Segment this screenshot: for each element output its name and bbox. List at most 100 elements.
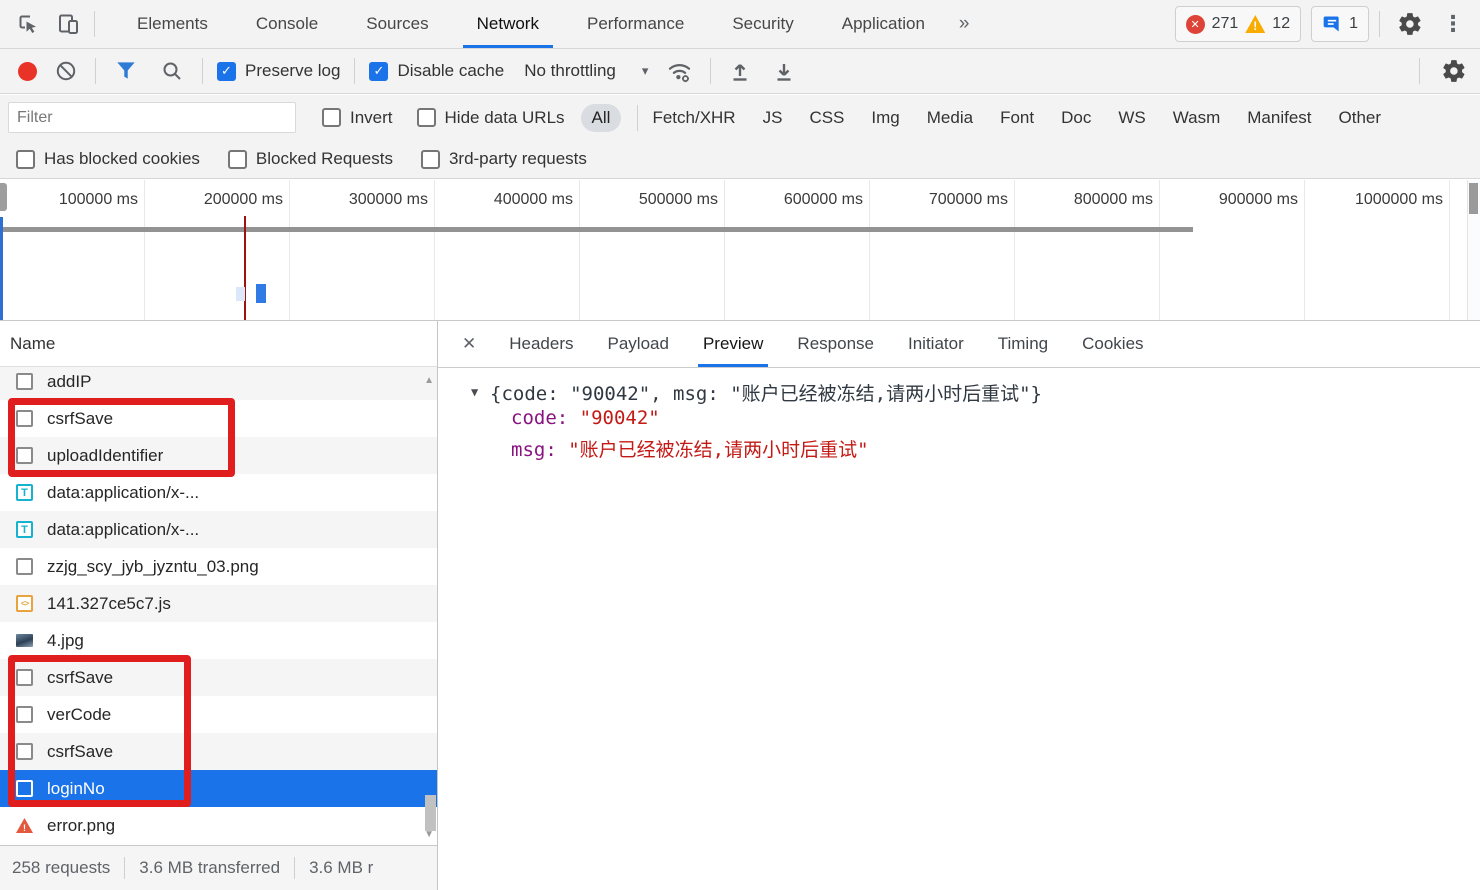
- request-name: csrfSave: [47, 408, 114, 428]
- network-settings-button[interactable]: [1434, 51, 1474, 91]
- request-row-uploadidentifier[interactable]: uploadIdentifier: [0, 437, 437, 474]
- filter-input[interactable]: [8, 102, 296, 133]
- filter-type-fetch-xhr[interactable]: Fetch/XHR: [652, 108, 735, 128]
- tab-application[interactable]: Application: [818, 0, 949, 48]
- overview-resize-handle[interactable]: [0, 183, 7, 211]
- request-row-vercode[interactable]: verCode: [0, 696, 437, 733]
- network-conditions-button[interactable]: [662, 51, 696, 91]
- errors-warnings-badge[interactable]: ✕ 271 ! 12: [1174, 6, 1302, 42]
- filter-type-css[interactable]: CSS: [809, 108, 844, 128]
- wifi-gear-icon: [666, 58, 693, 85]
- throttling-select[interactable]: No throttling ▾: [524, 61, 648, 81]
- request-row-loginno-selected[interactable]: loginNo: [0, 770, 437, 807]
- tab-console[interactable]: Console: [232, 0, 342, 48]
- overview-left-marker: [0, 217, 3, 320]
- timeline-cell: 600000 ms: [725, 180, 870, 320]
- inspect-cursor-icon: [16, 12, 40, 36]
- request-row-csrfsave[interactable]: csrfSave: [0, 733, 437, 770]
- warning-icon: !: [1245, 15, 1266, 33]
- scroll-up-arrow[interactable]: ▲: [424, 375, 434, 386]
- document-icon: [16, 780, 33, 797]
- search-button[interactable]: [156, 51, 188, 91]
- list-scrollbar-thumb[interactable]: [425, 795, 436, 831]
- timeline-tick-label: 100000 ms: [58, 191, 138, 208]
- devtools-settings-button[interactable]: [1390, 4, 1430, 44]
- json-summary-line[interactable]: {code: "90042", msg: "账户已经被冻结,请两小时后重试"}: [490, 379, 1042, 406]
- filter-type-all[interactable]: All: [580, 103, 622, 132]
- invert-checkbox[interactable]: Invert: [322, 108, 393, 128]
- tab-sources[interactable]: Sources: [342, 0, 452, 48]
- filter-type-doc[interactable]: Doc: [1061, 108, 1091, 128]
- filter-type-manifest[interactable]: Manifest: [1247, 108, 1311, 128]
- request-row-js[interactable]: <> 141.327ce5c7.js: [0, 585, 437, 622]
- timeline-tick-label: 300000 ms: [348, 191, 428, 208]
- name-column-header[interactable]: Name: [0, 321, 437, 367]
- third-party-requests-checkbox[interactable]: 3rd-party requests: [420, 149, 587, 169]
- throttling-value: No throttling: [524, 61, 616, 80]
- tab-security[interactable]: Security: [708, 0, 817, 48]
- tab-timing[interactable]: Timing: [981, 321, 1065, 367]
- overview-scrollbar-thumb[interactable]: [1469, 183, 1478, 214]
- devtools-menu-button[interactable]: ⋮: [1440, 4, 1466, 44]
- filter-type-ws[interactable]: WS: [1118, 108, 1145, 128]
- request-row-csrfsave[interactable]: csrfSave: [0, 659, 437, 696]
- network-overview-timeline[interactable]: 100000 ms 200000 ms 300000 ms 400000 ms …: [0, 180, 1480, 321]
- request-row-data-url[interactable]: T data:application/x-...: [0, 474, 437, 511]
- filter-type-media[interactable]: Media: [927, 108, 973, 128]
- device-toolbar-button[interactable]: [48, 4, 88, 44]
- tab-cookies[interactable]: Cookies: [1065, 321, 1160, 367]
- preserve-log-label: Preserve log: [245, 61, 341, 80]
- toolbar-divider: [637, 104, 639, 131]
- request-row-csrfsave[interactable]: csrfSave: [0, 400, 437, 437]
- timeline-cell: 400000 ms: [435, 180, 580, 320]
- filter-toggle-button[interactable]: [110, 51, 142, 91]
- filter-type-wasm[interactable]: Wasm: [1173, 108, 1221, 128]
- json-key: msg:: [511, 439, 557, 461]
- request-row-png[interactable]: zzjg_scy_jyb_jyzntu_03.png: [0, 548, 437, 585]
- filter-type-img[interactable]: Img: [871, 108, 899, 128]
- tab-initiator[interactable]: Initiator: [891, 321, 981, 367]
- disable-cache-checkbox[interactable]: ✓ Disable cache: [369, 61, 504, 81]
- filter-type-other[interactable]: Other: [1339, 108, 1382, 128]
- tab-response[interactable]: Response: [780, 321, 891, 367]
- document-icon: [16, 706, 33, 723]
- json-string-value: "账户已经被冻结,请两小时后重试": [568, 439, 869, 461]
- network-toolbar: ✓ Preserve log ✓ Disable cache No thrott…: [0, 49, 1480, 94]
- close-details-button[interactable]: ✕: [438, 334, 492, 354]
- tab-headers[interactable]: Headers: [492, 321, 590, 367]
- issues-badge[interactable]: 1: [1311, 6, 1369, 42]
- tab-elements[interactable]: Elements: [113, 0, 232, 48]
- request-row-jpg[interactable]: 4.jpg: [0, 622, 437, 659]
- expand-triangle-icon[interactable]: ▼: [471, 385, 478, 399]
- has-blocked-cookies-checkbox[interactable]: Has blocked cookies: [16, 149, 200, 169]
- requests-count: 258 requests: [12, 858, 111, 877]
- request-name: error.png: [47, 815, 116, 835]
- more-tabs-button[interactable]: »: [949, 13, 980, 35]
- third-party-requests-label: 3rd-party requests: [448, 149, 587, 168]
- timeline-tick-label: 1000000 ms: [1354, 191, 1443, 208]
- timeline-cell: 300000 ms: [290, 180, 435, 320]
- kebab-menu-icon: ⋮: [1442, 11, 1464, 36]
- request-row-error-png[interactable]: ! error.png: [0, 807, 437, 844]
- tab-preview[interactable]: Preview: [686, 321, 780, 367]
- record-network-log-button[interactable]: [18, 61, 37, 81]
- request-row-data-url[interactable]: T data:application/x-...: [0, 511, 437, 548]
- tab-network[interactable]: Network: [453, 0, 563, 48]
- preserve-log-checkbox[interactable]: ✓ Preserve log: [217, 61, 340, 81]
- filter-type-js[interactable]: JS: [763, 108, 783, 128]
- filter-type-font[interactable]: Font: [1000, 108, 1034, 128]
- import-har-button[interactable]: [725, 51, 755, 91]
- blocked-requests-checkbox[interactable]: Blocked Requests: [227, 149, 393, 169]
- inspect-element-button[interactable]: [8, 4, 48, 44]
- export-har-button[interactable]: [769, 51, 799, 91]
- tab-payload[interactable]: Payload: [591, 321, 686, 367]
- timeline-cell: 100000 ms: [0, 180, 145, 320]
- clear-icon: [54, 59, 78, 83]
- clear-network-log-button[interactable]: [51, 51, 81, 91]
- tab-performance[interactable]: Performance: [563, 0, 708, 48]
- request-row-addip[interactable]: addIP: [0, 367, 437, 400]
- checkbox-unchecked-icon: [227, 149, 247, 169]
- overview-window-bar[interactable]: [0, 227, 1193, 232]
- hide-data-urls-checkbox[interactable]: Hide data URLs: [416, 108, 565, 128]
- timeline-cell: 900000 ms: [1160, 180, 1305, 320]
